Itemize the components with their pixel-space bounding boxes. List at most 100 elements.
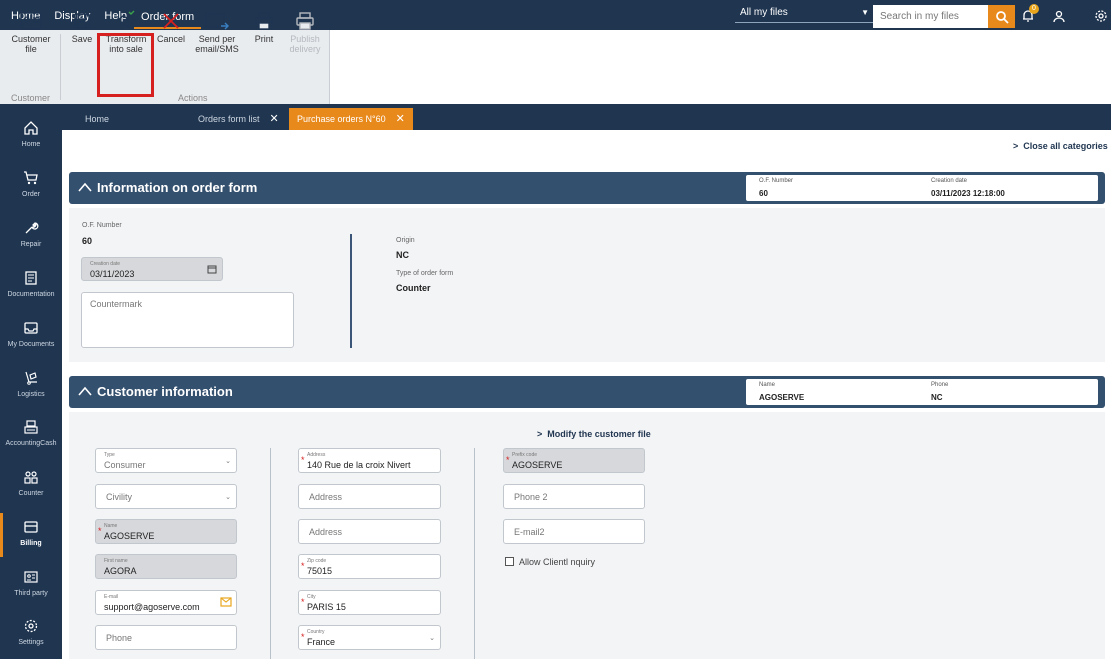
divider (474, 448, 475, 659)
sidebar-item-billing[interactable]: Billing (0, 513, 62, 557)
publish-delivery-button[interactable]: Publish delivery (284, 8, 326, 54)
phone-field[interactable]: Phone (95, 625, 237, 650)
sidebar-item-accountingcash[interactable]: AccountingCash (0, 417, 62, 447)
customer-header-summary: Name AGOSERVE Phone NC (746, 379, 1098, 405)
city-field[interactable]: * City PARIS 15 (298, 590, 441, 615)
close-icon[interactable]: ✕ (270, 113, 279, 125)
wrench-icon (25, 222, 39, 234)
allow-client-inquiry-checkbox[interactable] (505, 557, 514, 566)
sidebar-label: Home (21, 141, 41, 148)
phone-placeholder: Phone (106, 633, 133, 643)
inbox-icon (24, 322, 38, 334)
address-field[interactable]: * Address 140 Rue de la croix Nivert (298, 448, 441, 473)
chevron-up-icon (78, 182, 92, 192)
users-icon (24, 471, 38, 484)
customer-file-button[interactable]: Customer file (8, 8, 54, 54)
email-field[interactable]: E-mail support@agoserve.com (95, 590, 237, 615)
customer-group-label: Customer (11, 93, 51, 103)
countermark-input[interactable]: Countermark (81, 292, 294, 348)
email2-field[interactable]: E-mail2 (503, 519, 645, 544)
country-select[interactable]: * Country France ⌄ (298, 625, 441, 650)
prefix-code-field[interactable]: * Prefix code AGOSERVE (503, 448, 645, 473)
order-header-summary: O.F. Number 60 Creation date 03/11/2023 … (746, 175, 1098, 201)
field-value: support@agoserve.com (104, 602, 200, 612)
cancel-button[interactable]: Cancel (156, 8, 186, 44)
notification-badge: 0 (1029, 4, 1039, 14)
sidebar-item-counter[interactable]: Counter (0, 467, 62, 497)
files-select[interactable]: All my files ▼ (735, 5, 873, 23)
card-icon (24, 521, 38, 533)
field-value: PARIS 15 (307, 602, 346, 612)
ribbon-empty-area (330, 30, 1111, 104)
field-value: 140 Rue de la croix Nivert (307, 460, 411, 470)
search-button[interactable] (988, 5, 1015, 28)
sidebar-label: Logistics (17, 391, 45, 398)
field-label: Country (307, 629, 325, 635)
origin-label: Origin (396, 237, 415, 244)
printer-icon (255, 12, 273, 30)
send-email-sms-button[interactable]: Send per email/SMS (193, 8, 241, 54)
cash-register-icon (24, 420, 38, 434)
phone2-placeholder: Phone 2 (514, 492, 548, 502)
email2-placeholder: E-mail2 (514, 527, 545, 537)
zip-code-field[interactable]: * Zip code 75015 (298, 554, 441, 579)
summary-label: Name (759, 382, 776, 388)
mail-send-icon (205, 13, 229, 30)
type-label: Type of order form (396, 270, 454, 277)
mail-icon[interactable] (220, 597, 232, 607)
modify-label: Modify the customer file (547, 429, 651, 439)
sidebar-item-order[interactable]: Order (0, 168, 62, 198)
type-select[interactable]: Type Consumer ⌄ (95, 448, 237, 473)
address2-field[interactable]: Address (298, 484, 441, 509)
tab-label: Home (85, 114, 110, 124)
user-button[interactable] (1050, 7, 1068, 25)
handshake-icon (116, 10, 136, 27)
chevron-down-icon: ⌄ (225, 494, 231, 501)
allow-client-inquiry-label: Allow Clientl nquiry (519, 557, 596, 567)
field-label: City (307, 594, 316, 600)
settings-button[interactable] (1092, 7, 1110, 25)
close-all-categories-link[interactable]: > Close all categories (1013, 141, 1108, 151)
sidebar-item-repair[interactable]: Repair (0, 218, 62, 248)
gear-icon (24, 619, 38, 633)
sidebar-item-my-documents[interactable]: My Documents (0, 318, 62, 348)
section-title: Customer information (97, 384, 233, 399)
firstname-field[interactable]: First name AGORA (95, 554, 237, 579)
tab-orders-form-list[interactable]: Orders form list ✕ (198, 108, 279, 130)
summary-value: 60 (759, 189, 768, 198)
search-input[interactable]: Search in my files (873, 5, 988, 28)
publish-label: Publish delivery (289, 34, 321, 54)
print-button[interactable]: Print (250, 8, 278, 44)
required-marker: * (506, 455, 510, 465)
chevron-up-icon (78, 386, 92, 396)
creation-date-field[interactable]: Creation date 03/11/2023 (81, 257, 223, 281)
sidebar-item-home[interactable]: Home (0, 118, 62, 148)
section-title: Information on order form (97, 180, 258, 195)
save-button[interactable]: Save (68, 8, 96, 44)
sidebar-label: My Documents (7, 341, 55, 348)
close-icon[interactable]: ✕ (396, 113, 405, 125)
sidebar-item-third-party[interactable]: Third party (0, 567, 62, 597)
sidebar-label: Third party (14, 590, 48, 597)
calendar-icon (207, 265, 217, 274)
id-card-icon (24, 571, 38, 583)
sidebar-item-documentation[interactable]: Documentation (0, 268, 62, 298)
sidebar-item-settings[interactable]: Settings (0, 616, 62, 646)
modify-customer-file-link[interactable]: > Modify the customer file (537, 429, 651, 439)
order-info-section-header[interactable]: Information on order form O.F. Number 60… (69, 172, 1105, 204)
field-label: Type (104, 452, 115, 458)
field-label: First name (104, 558, 128, 564)
required-marker: * (98, 526, 102, 536)
required-marker: * (301, 632, 305, 642)
sidebar-label: Counter (18, 490, 44, 497)
tab-purchase-order[interactable]: Purchase orders N°60 ✕ (289, 108, 413, 130)
name-field[interactable]: * Name AGOSERVE (95, 519, 237, 544)
tab-home[interactable]: Home (85, 108, 109, 130)
civility-select[interactable]: Civility ⌄ (95, 484, 237, 509)
divider (270, 448, 271, 659)
customer-info-section-header[interactable]: Customer information Name AGOSERVE Phone… (69, 376, 1105, 408)
address3-field[interactable]: Address (298, 519, 441, 544)
phone2-field[interactable]: Phone 2 (503, 484, 645, 509)
sidebar-label: Documentation (7, 291, 55, 298)
sidebar-item-logistics[interactable]: Logistics (0, 368, 62, 398)
